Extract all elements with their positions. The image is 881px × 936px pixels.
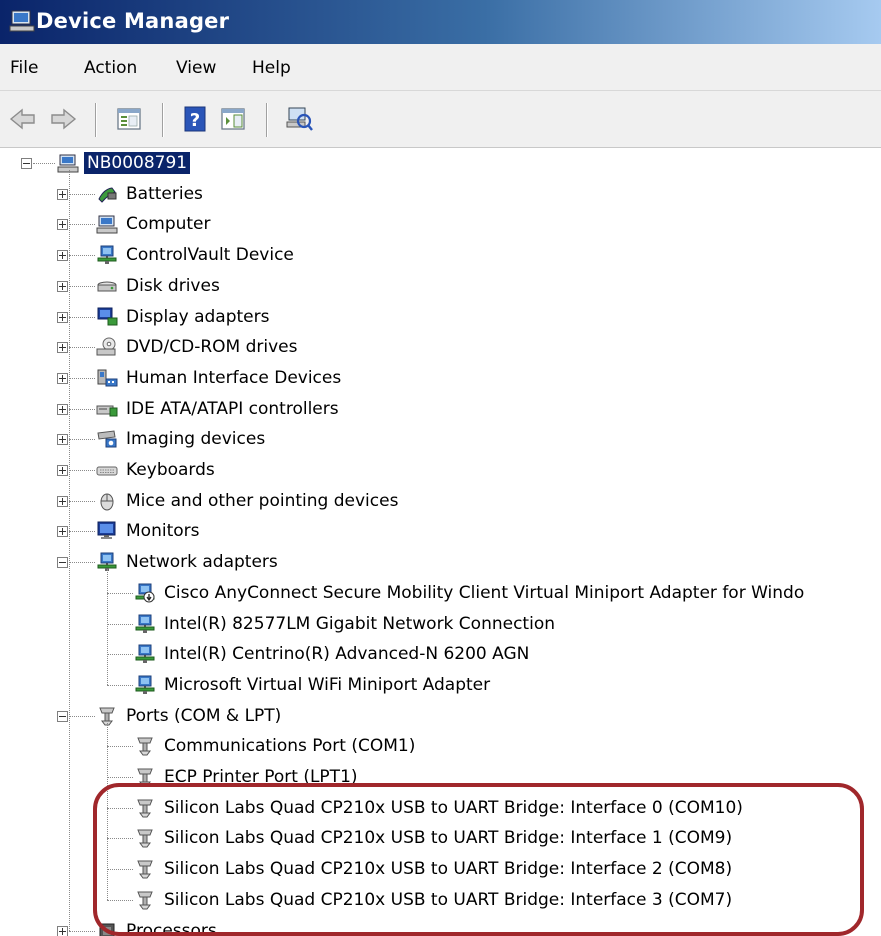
camera-icon <box>96 428 118 450</box>
scan-hardware-changes-icon[interactable] <box>284 104 314 134</box>
tree-expander-expand[interactable] <box>57 434 68 445</box>
tree-connector <box>69 255 95 256</box>
highlight-annotation <box>93 783 864 936</box>
device-icon <box>96 244 118 266</box>
tree-device-label[interactable]: Microsoft Virtual WiFi Miniport Adapter <box>164 674 490 696</box>
tree-connector <box>69 317 95 318</box>
network-adapter-icon <box>134 643 156 665</box>
tree-connector <box>69 531 95 532</box>
tree-expander-expand[interactable] <box>57 342 68 353</box>
port-icon <box>134 735 156 757</box>
tree-device-label[interactable]: Intel(R) Centrino(R) Advanced-N 6200 AGN <box>164 643 529 665</box>
tree-category-label[interactable]: Imaging devices <box>126 428 265 450</box>
tree-expander-expand[interactable] <box>57 496 68 507</box>
dvd-drive-icon <box>96 336 118 358</box>
tree-expander-expand[interactable] <box>57 926 68 936</box>
menu-view[interactable]: View <box>176 58 216 78</box>
tree-connector <box>69 409 95 410</box>
tree-category-label[interactable]: Monitors <box>126 520 199 542</box>
device-manager-icon <box>9 10 35 32</box>
display-adapter-icon <box>96 306 118 328</box>
keyboard-icon <box>96 459 118 481</box>
tree-device-label[interactable]: Cisco AnyConnect Secure Mobility Client … <box>164 582 804 604</box>
network-adapter-icon <box>134 674 156 696</box>
tree-connector <box>107 777 133 778</box>
tree-device-label[interactable]: Communications Port (COM1) <box>164 735 415 757</box>
tree-connector <box>69 931 95 932</box>
tree-expander-expand[interactable] <box>57 219 68 230</box>
tree-category-label[interactable]: Human Interface Devices <box>126 367 341 389</box>
tree-category-label[interactable]: Ports (COM & LPT) <box>126 705 281 727</box>
tree-expander-expand[interactable] <box>57 526 68 537</box>
tree-connector <box>69 439 95 440</box>
tree-connector <box>69 224 95 225</box>
tree-connector <box>69 470 95 471</box>
tree-expander-expand[interactable] <box>57 312 68 323</box>
window-title: Device Manager <box>36 9 230 33</box>
battery-icon <box>96 183 118 205</box>
menu-help[interactable]: Help <box>252 58 291 78</box>
tree-category-label[interactable]: ControlVault Device <box>126 244 294 266</box>
tree-expander-collapse[interactable] <box>57 557 68 568</box>
title-bar[interactable]: Device Manager <box>0 0 881 44</box>
network-adapter-icon <box>134 613 156 635</box>
tree-connector <box>69 286 95 287</box>
tree-expander-expand[interactable] <box>57 465 68 476</box>
tree-connector <box>69 501 95 502</box>
tree-category-label[interactable]: Network adapters <box>126 551 278 573</box>
tree-expander-collapse[interactable] <box>21 158 32 169</box>
toolbar-separator <box>162 103 164 137</box>
tree-category-label[interactable]: IDE ATA/ATAPI controllers <box>126 398 339 420</box>
tree-connector <box>69 378 95 379</box>
show-hide-console-tree-icon[interactable] <box>218 104 248 134</box>
tree-category-label[interactable]: Disk drives <box>126 275 220 297</box>
tree-connector <box>107 746 133 747</box>
menu-bar: File Action View Help <box>0 44 881 91</box>
monitor-icon <box>96 520 118 542</box>
toolbar-separator <box>266 103 268 137</box>
menu-action[interactable]: Action <box>84 58 137 78</box>
tree-connector <box>69 170 70 931</box>
tree-root-label[interactable]: NB0008791 <box>82 151 192 175</box>
tree-connector <box>107 685 133 686</box>
tree-category-label[interactable]: Keyboards <box>126 459 215 481</box>
tree-connector <box>69 347 95 348</box>
back-arrow-icon[interactable] <box>8 104 38 134</box>
tree-category-label[interactable]: Display adapters <box>126 306 269 328</box>
network-adapter-disabled-icon <box>134 582 156 604</box>
menu-file[interactable]: File <box>10 58 38 78</box>
svg-text:?: ? <box>190 110 200 131</box>
tree-expander-expand[interactable] <box>57 250 68 261</box>
disk-drive-icon <box>96 275 118 297</box>
tree-expander-expand[interactable] <box>57 189 68 200</box>
tree-connector <box>107 593 133 594</box>
ide-controller-icon <box>96 398 118 420</box>
computer-icon <box>57 152 79 174</box>
tree-expander-expand[interactable] <box>57 281 68 292</box>
tree-expander-collapse[interactable] <box>57 711 68 722</box>
tree-category-label[interactable]: DVD/CD-ROM drives <box>126 336 297 358</box>
tree-category-label[interactable]: Batteries <box>126 183 203 205</box>
help-icon[interactable]: ? <box>180 104 210 134</box>
forward-arrow-icon[interactable] <box>48 104 78 134</box>
hid-icon <box>96 367 118 389</box>
tree-connector <box>107 569 108 685</box>
tree-device-label[interactable]: Intel(R) 82577LM Gigabit Network Connect… <box>164 613 555 635</box>
tree-connector <box>107 654 133 655</box>
computer-icon <box>96 213 118 235</box>
mouse-icon <box>96 490 118 512</box>
tree-connector <box>69 194 95 195</box>
tree-connector <box>107 624 133 625</box>
tree-connector <box>69 562 95 563</box>
tree-connector <box>33 163 55 164</box>
tree-category-label[interactable]: Mice and other pointing devices <box>126 490 398 512</box>
tree-expander-expand[interactable] <box>57 373 68 384</box>
toolbar: ? <box>0 91 881 148</box>
tree-category-label[interactable]: Computer <box>126 213 211 235</box>
toolbar-separator <box>95 103 97 137</box>
tree-connector <box>69 716 95 717</box>
tree-expander-expand[interactable] <box>57 404 68 415</box>
properties-icon[interactable] <box>114 104 144 134</box>
